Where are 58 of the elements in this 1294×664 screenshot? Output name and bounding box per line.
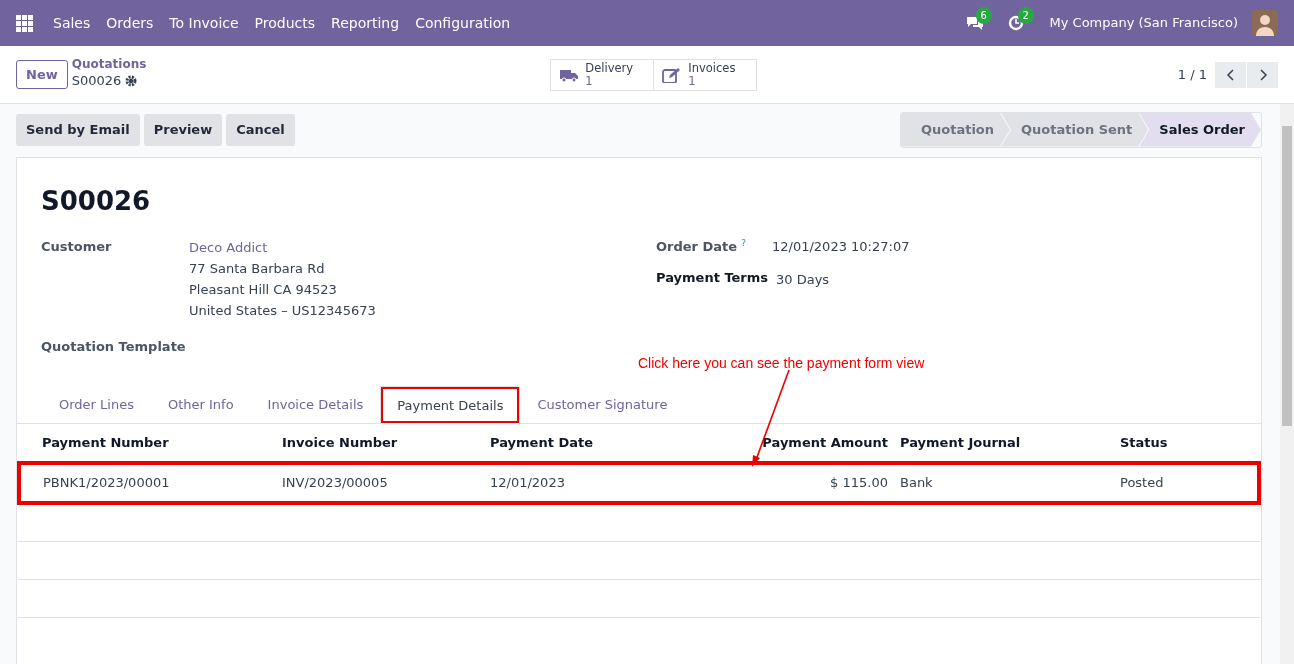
order-title: S00026 <box>41 184 152 218</box>
table-cell: $ 115.00 <box>684 462 894 504</box>
app-name[interactable]: Sales <box>45 12 99 34</box>
breadcrumb-link[interactable]: Quotations <box>71 58 147 72</box>
menu-item[interactable]: Configuration <box>407 12 519 34</box>
table-cell: INV/2023/00005 <box>276 462 484 504</box>
apps-menu-icon[interactable] <box>16 14 33 32</box>
action-button[interactable]: Send by Email <box>16 114 140 146</box>
table-cell: Bank <box>894 462 1114 504</box>
status-step[interactable]: Quotation Sent <box>1001 113 1149 147</box>
field-value: 12/01/2023 10:27:07 <box>772 237 910 256</box>
menu-item[interactable]: To Invoice <box>161 12 247 34</box>
tab[interactable]: Other Info <box>150 386 251 423</box>
address-line: Pleasant Hill CA 94523 <box>189 280 338 299</box>
chevron-right-button[interactable] <box>1247 61 1278 88</box>
settings-icon[interactable] <box>125 75 138 88</box>
column-header[interactable]: Payment Journal <box>894 423 1114 462</box>
column-header[interactable]: Status <box>1114 423 1260 462</box>
table-row[interactable]: PBNK1/2023/00001 INV/2023/00005 12/01/2023 $ 115.00 Bank Posted <box>18 462 1260 504</box>
avatar-icon[interactable] <box>1252 10 1278 36</box>
column-header[interactable]: Payment Number <box>18 423 276 462</box>
pager-value: 1 / 1 <box>1177 65 1207 84</box>
breadcrumb-current: S00026 <box>71 72 122 91</box>
field-value: 30 Days <box>776 271 830 289</box>
menu-item[interactable]: Products <box>246 12 324 34</box>
company-name[interactable]: My Company (San Francisco) <box>1049 13 1238 33</box>
field-label: Quotation Template <box>41 337 187 356</box>
column-header[interactable]: Invoice Number <box>276 423 484 462</box>
help-icon[interactable]: ? <box>741 236 746 256</box>
tab[interactable]: Customer Signature <box>520 386 685 423</box>
smart-button[interactable]: Invoices 1 <box>653 58 758 91</box>
field-label: Order Date <box>656 237 738 256</box>
column-header[interactable]: Payment Date <box>484 423 684 462</box>
edit-icon <box>662 66 683 83</box>
annotation-text: Click here you can see the payment form view <box>638 353 925 373</box>
field-label: Customer <box>41 237 113 256</box>
table-cell: Posted <box>1114 462 1260 504</box>
scrollbar[interactable] <box>1280 104 1294 664</box>
address-line: 77 Santa Barbara Rd <box>189 259 326 278</box>
field-label: Payment Terms <box>656 269 770 287</box>
count-badge: 6 <box>975 7 992 24</box>
table-cell: 12/01/2023 <box>484 462 684 504</box>
address-line: United States – US12345673 <box>189 301 376 320</box>
table-cell: PBNK1/2023/00001 <box>18 462 276 504</box>
menu-item[interactable]: Reporting <box>323 12 408 34</box>
status-step[interactable]: Sales Order <box>1139 113 1261 147</box>
new-button[interactable]: New <box>16 59 68 90</box>
menu-item[interactable]: Orders <box>98 12 162 34</box>
customer-link[interactable]: Deco Addict <box>189 236 376 258</box>
action-button[interactable]: Cancel <box>226 114 295 146</box>
count-badge: 2 <box>1017 7 1034 24</box>
chevron-left-button[interactable] <box>1215 61 1246 88</box>
action-button[interactable]: Preview <box>143 114 223 146</box>
status-step[interactable]: Quotation <box>900 113 1011 147</box>
tab[interactable]: Payment Details <box>380 386 521 424</box>
tab[interactable]: Order Lines <box>42 386 151 423</box>
smart-button[interactable]: Delivery 1 <box>550 58 655 91</box>
tab[interactable]: Invoice Details <box>250 386 381 423</box>
